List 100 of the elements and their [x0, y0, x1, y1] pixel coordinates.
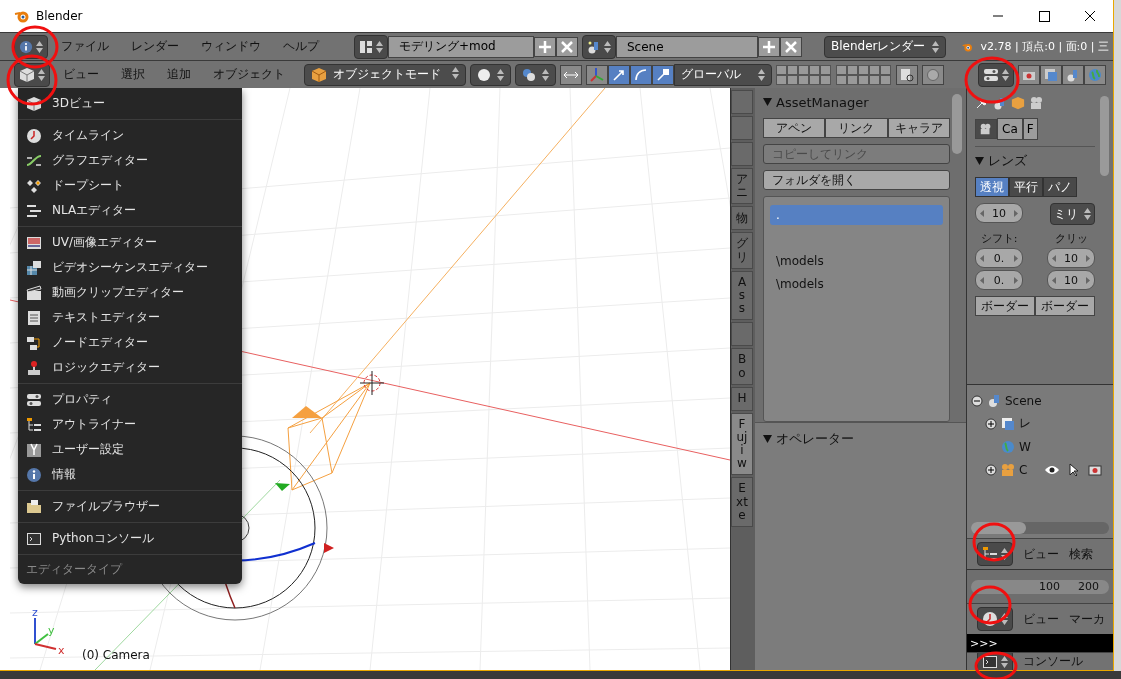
collapse-arrow-icon[interactable]: [975, 157, 984, 165]
panel-tab[interactable]: Fujiw: [731, 412, 753, 476]
menu-item[interactable]: ビデオシーケンスエディター: [18, 255, 242, 280]
menu-item[interactable]: マーカ: [1069, 610, 1105, 628]
manipulator-toggle-icon[interactable]: [630, 64, 652, 85]
scene-browse-button[interactable]: [582, 34, 616, 59]
menu-item[interactable]: ウィンドウ: [192, 38, 270, 55]
panel-tab[interactable]: Ass: [731, 270, 753, 321]
panel-tab[interactable]: グリ: [731, 232, 753, 269]
render-engine-dropdown[interactable]: Blenderレンダー: [824, 35, 946, 58]
tree-item[interactable]: W: [1019, 439, 1031, 454]
triangle-marker-icon[interactable]: [324, 543, 334, 553]
add-icon[interactable]: [758, 36, 780, 57]
menu-item[interactable]: ファイル: [52, 38, 118, 55]
menu-item[interactable]: ノードエディター: [18, 330, 242, 355]
menu-item[interactable]: アウトライナー: [18, 412, 242, 437]
menu-item[interactable]: ビュー: [1023, 610, 1059, 628]
menu-item[interactable]: テキストエディター: [18, 305, 242, 330]
scene-icon[interactable]: [1062, 64, 1084, 85]
panel-title[interactable]: AssetManager: [776, 94, 869, 110]
menu-item[interactable]: ファイルブラウザー: [18, 494, 242, 519]
pivot-dropdown[interactable]: [515, 63, 556, 86]
menu-item[interactable]: 選択: [112, 66, 154, 83]
menu-item[interactable]: ユーザー設定: [18, 437, 242, 462]
close-icon[interactable]: [780, 36, 802, 57]
datablock-name-field[interactable]: Ca: [997, 118, 1023, 140]
list-item[interactable]: \models: [770, 274, 943, 294]
menu-item[interactable]: グラフエディター: [18, 148, 242, 173]
panel-tab[interactable]: アニ: [731, 168, 753, 205]
menu-item[interactable]: プロパティ: [18, 387, 242, 412]
menu-item[interactable]: ヘルプ: [274, 38, 328, 55]
nodes-icon: [26, 334, 42, 351]
menu-item[interactable]: オブジェクト: [204, 66, 294, 83]
collapse-icon[interactable]: [971, 394, 983, 407]
eye-icon[interactable]: [1044, 463, 1061, 476]
panel-tab[interactable]: Exte: [731, 477, 753, 527]
tree-item[interactable]: レ: [1019, 415, 1031, 432]
menu-item[interactable]: ビュー: [54, 66, 108, 83]
panel-tab[interactable]: 物: [731, 206, 753, 231]
lens-type-tab[interactable]: パノ: [1043, 177, 1077, 197]
lens-type-tab[interactable]: 透視: [975, 177, 1009, 197]
close-icon[interactable]: [556, 36, 578, 57]
lens-unit-dropdown[interactable]: ミリ: [1050, 203, 1095, 225]
editor-type-button[interactable]: [978, 62, 1014, 87]
menu-item[interactable]: ビュー: [1023, 545, 1059, 563]
lens-type-tab[interactable]: 平行: [1009, 177, 1043, 197]
panel-title[interactable]: オペレーター: [776, 430, 854, 448]
list-item[interactable]: .: [770, 205, 943, 225]
render-button-icon[interactable]: [922, 64, 944, 85]
list-item[interactable]: \models: [770, 251, 943, 271]
layout-name-field[interactable]: モデリング+mod: [388, 35, 534, 58]
collapse-arrow-icon[interactable]: [763, 98, 772, 106]
panel-title[interactable]: レンズ: [988, 152, 1027, 170]
camera-icon[interactable]: [1018, 64, 1040, 85]
expand-icon[interactable]: [985, 417, 997, 430]
layer-grid-icon[interactable]: [776, 64, 832, 85]
mode-dropdown[interactable]: オブジェクトモード: [304, 63, 466, 86]
frame-ruler[interactable]: 100 200: [971, 579, 1109, 594]
console-prompt[interactable]: >>>: [967, 634, 1113, 652]
menu-item[interactable]: 動画クリップエディター: [18, 280, 242, 305]
tree-item[interactable]: Scene: [1005, 393, 1042, 408]
scene-name-field[interactable]: Scene: [616, 35, 758, 58]
3d-cursor-icon[interactable]: [359, 370, 385, 396]
border-button[interactable]: ボーダー: [975, 296, 1035, 316]
menu-item[interactable]: 情報: [18, 462, 242, 487]
layers-icon[interactable]: [1040, 64, 1062, 85]
camera-icon[interactable]: [1088, 463, 1103, 476]
scrollbar[interactable]: [1100, 96, 1109, 176]
asset-button[interactable]: リンク: [825, 118, 888, 138]
panel-tab[interactable]: Bo: [731, 348, 753, 385]
camera-data-icon[interactable]: [975, 119, 997, 139]
lock-layers-icon[interactable]: [896, 64, 918, 85]
manipulator-toggle-icon[interactable]: [652, 64, 674, 85]
menu-item[interactable]: ロジックエディター: [18, 355, 242, 380]
layout-browse-button[interactable]: [354, 34, 388, 59]
add-icon[interactable]: [534, 36, 556, 57]
snap-toggle-icon[interactable]: [560, 64, 582, 85]
collapse-arrow-icon[interactable]: [763, 435, 772, 443]
shading-dropdown[interactable]: [470, 63, 511, 86]
globe-icon[interactable]: [1084, 64, 1106, 85]
orientation-dropdown[interactable]: グローバル: [674, 63, 772, 86]
menu-item[interactable]: Pythonコンソール: [18, 526, 242, 551]
asset-button[interactable]: アペン: [763, 118, 826, 138]
menu-item[interactable]: NLAエディター: [18, 198, 242, 223]
menu-item[interactable]: UV/画像エディター: [18, 230, 242, 255]
menu-item[interactable]: レンダー: [122, 38, 188, 55]
expand-icon[interactable]: [985, 463, 997, 476]
menu-item[interactable]: タイムライン: [18, 123, 242, 148]
asset-button[interactable]: キャラア: [887, 118, 950, 138]
cursor-arrow-icon[interactable]: [1069, 462, 1080, 477]
menu-item[interactable]: 3Dビュー: [18, 91, 242, 116]
menu-item[interactable]: 検索: [1069, 545, 1093, 563]
manipulator-toggle-icon[interactable]: [608, 64, 630, 85]
open-folder-button[interactable]: フォルダを開く: [763, 170, 950, 190]
scrollbar[interactable]: [952, 94, 962, 154]
scrollbar[interactable]: [971, 522, 1109, 534]
menu-item[interactable]: 追加: [158, 66, 200, 83]
border-button[interactable]: ボーダー: [1035, 296, 1095, 316]
menu-item[interactable]: ドープシート: [18, 173, 242, 198]
tree-item[interactable]: C: [1019, 462, 1028, 477]
